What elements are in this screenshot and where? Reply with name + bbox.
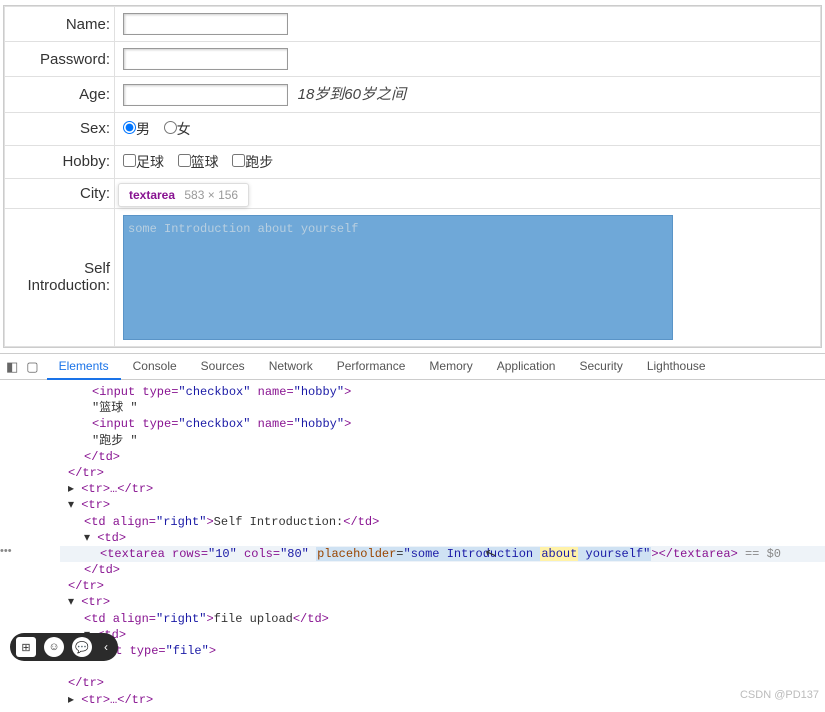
tab-lighthouse[interactable]: Lighthouse <box>635 354 718 380</box>
tab-network[interactable]: Network <box>257 354 325 380</box>
tooltip-tag: textarea <box>129 188 175 202</box>
self-intro-textarea-highlight[interactable]: some Introduction about yourself <box>123 215 673 340</box>
label-self-intro: Self Introduction: <box>5 208 115 346</box>
toolbar-collapse-icon[interactable]: ‹ <box>100 640 112 654</box>
hobby-basketball-option[interactable]: 篮球 <box>178 154 219 170</box>
form-table: Name: Password: Age: 18岁到60岁之间 Sex: 男 女 … <box>4 6 821 347</box>
age-input[interactable] <box>123 84 288 106</box>
label-city: City: <box>5 178 115 208</box>
devtools-panel: ◧ ▢ Elements Console Sources Network Per… <box>0 353 825 707</box>
hobby-running-option[interactable]: 跑步 <box>232 154 273 170</box>
hobby-running-checkbox[interactable] <box>232 154 245 167</box>
inspect-icon[interactable]: ◧ <box>6 359 18 375</box>
device-icon[interactable]: ▢ <box>26 359 38 375</box>
label-password: Password: <box>5 42 115 77</box>
label-name: Name: <box>5 7 115 42</box>
hobby-basketball-checkbox[interactable] <box>178 154 191 167</box>
tab-console[interactable]: Console <box>121 354 189 380</box>
password-input[interactable] <box>123 48 288 70</box>
toolbar-grid-icon[interactable]: ⊞ <box>16 637 36 657</box>
hobby-football-option[interactable]: 足球 <box>123 154 164 170</box>
tab-application[interactable]: Application <box>485 354 568 380</box>
ellipsis-icon: ••• <box>0 545 12 557</box>
selected-element-line[interactable]: <textarea rows="10" cols="80" placeholde… <box>60 546 825 562</box>
sex-female-option[interactable]: 女 <box>164 121 191 137</box>
label-age: Age: <box>5 77 115 113</box>
form-panel: Name: Password: Age: 18岁到60岁之间 Sex: 男 女 … <box>3 5 822 348</box>
elements-tree[interactable]: <input type="checkbox" name="hobby"> "篮球… <box>0 380 825 712</box>
hobby-football-checkbox[interactable] <box>123 154 136 167</box>
devtools-tabs: Elements Console Sources Network Perform… <box>47 354 718 380</box>
tab-elements[interactable]: Elements <box>47 354 121 380</box>
toolbar-smile-icon[interactable]: ☺ <box>44 637 64 657</box>
age-hint: 18岁到60岁之间 <box>298 86 406 103</box>
sex-male-option[interactable]: 男 <box>123 121 150 137</box>
tab-sources[interactable]: Sources <box>189 354 257 380</box>
label-hobby: Hobby: <box>5 145 115 178</box>
tooltip-dims: 583 × 156 <box>184 188 238 202</box>
sex-female-radio[interactable] <box>164 121 177 134</box>
sex-male-radio[interactable] <box>123 121 136 134</box>
watermark-text: CSDN @PD137 <box>740 689 819 701</box>
toolbar-chat-icon[interactable]: 💬 <box>72 637 92 657</box>
floating-toolbar[interactable]: ⊞ ☺ 💬 ‹ <box>10 633 118 661</box>
tab-memory[interactable]: Memory <box>417 354 484 380</box>
name-input[interactable] <box>123 13 288 35</box>
tab-security[interactable]: Security <box>567 354 634 380</box>
tab-performance[interactable]: Performance <box>325 354 418 380</box>
textarea-placeholder-text: some Introduction about yourself <box>128 222 358 236</box>
label-sex: Sex: <box>5 112 115 145</box>
devtools-toolbar: ◧ ▢ Elements Console Sources Network Per… <box>0 354 825 380</box>
inspector-tooltip: textarea 583 × 156 <box>118 183 249 207</box>
